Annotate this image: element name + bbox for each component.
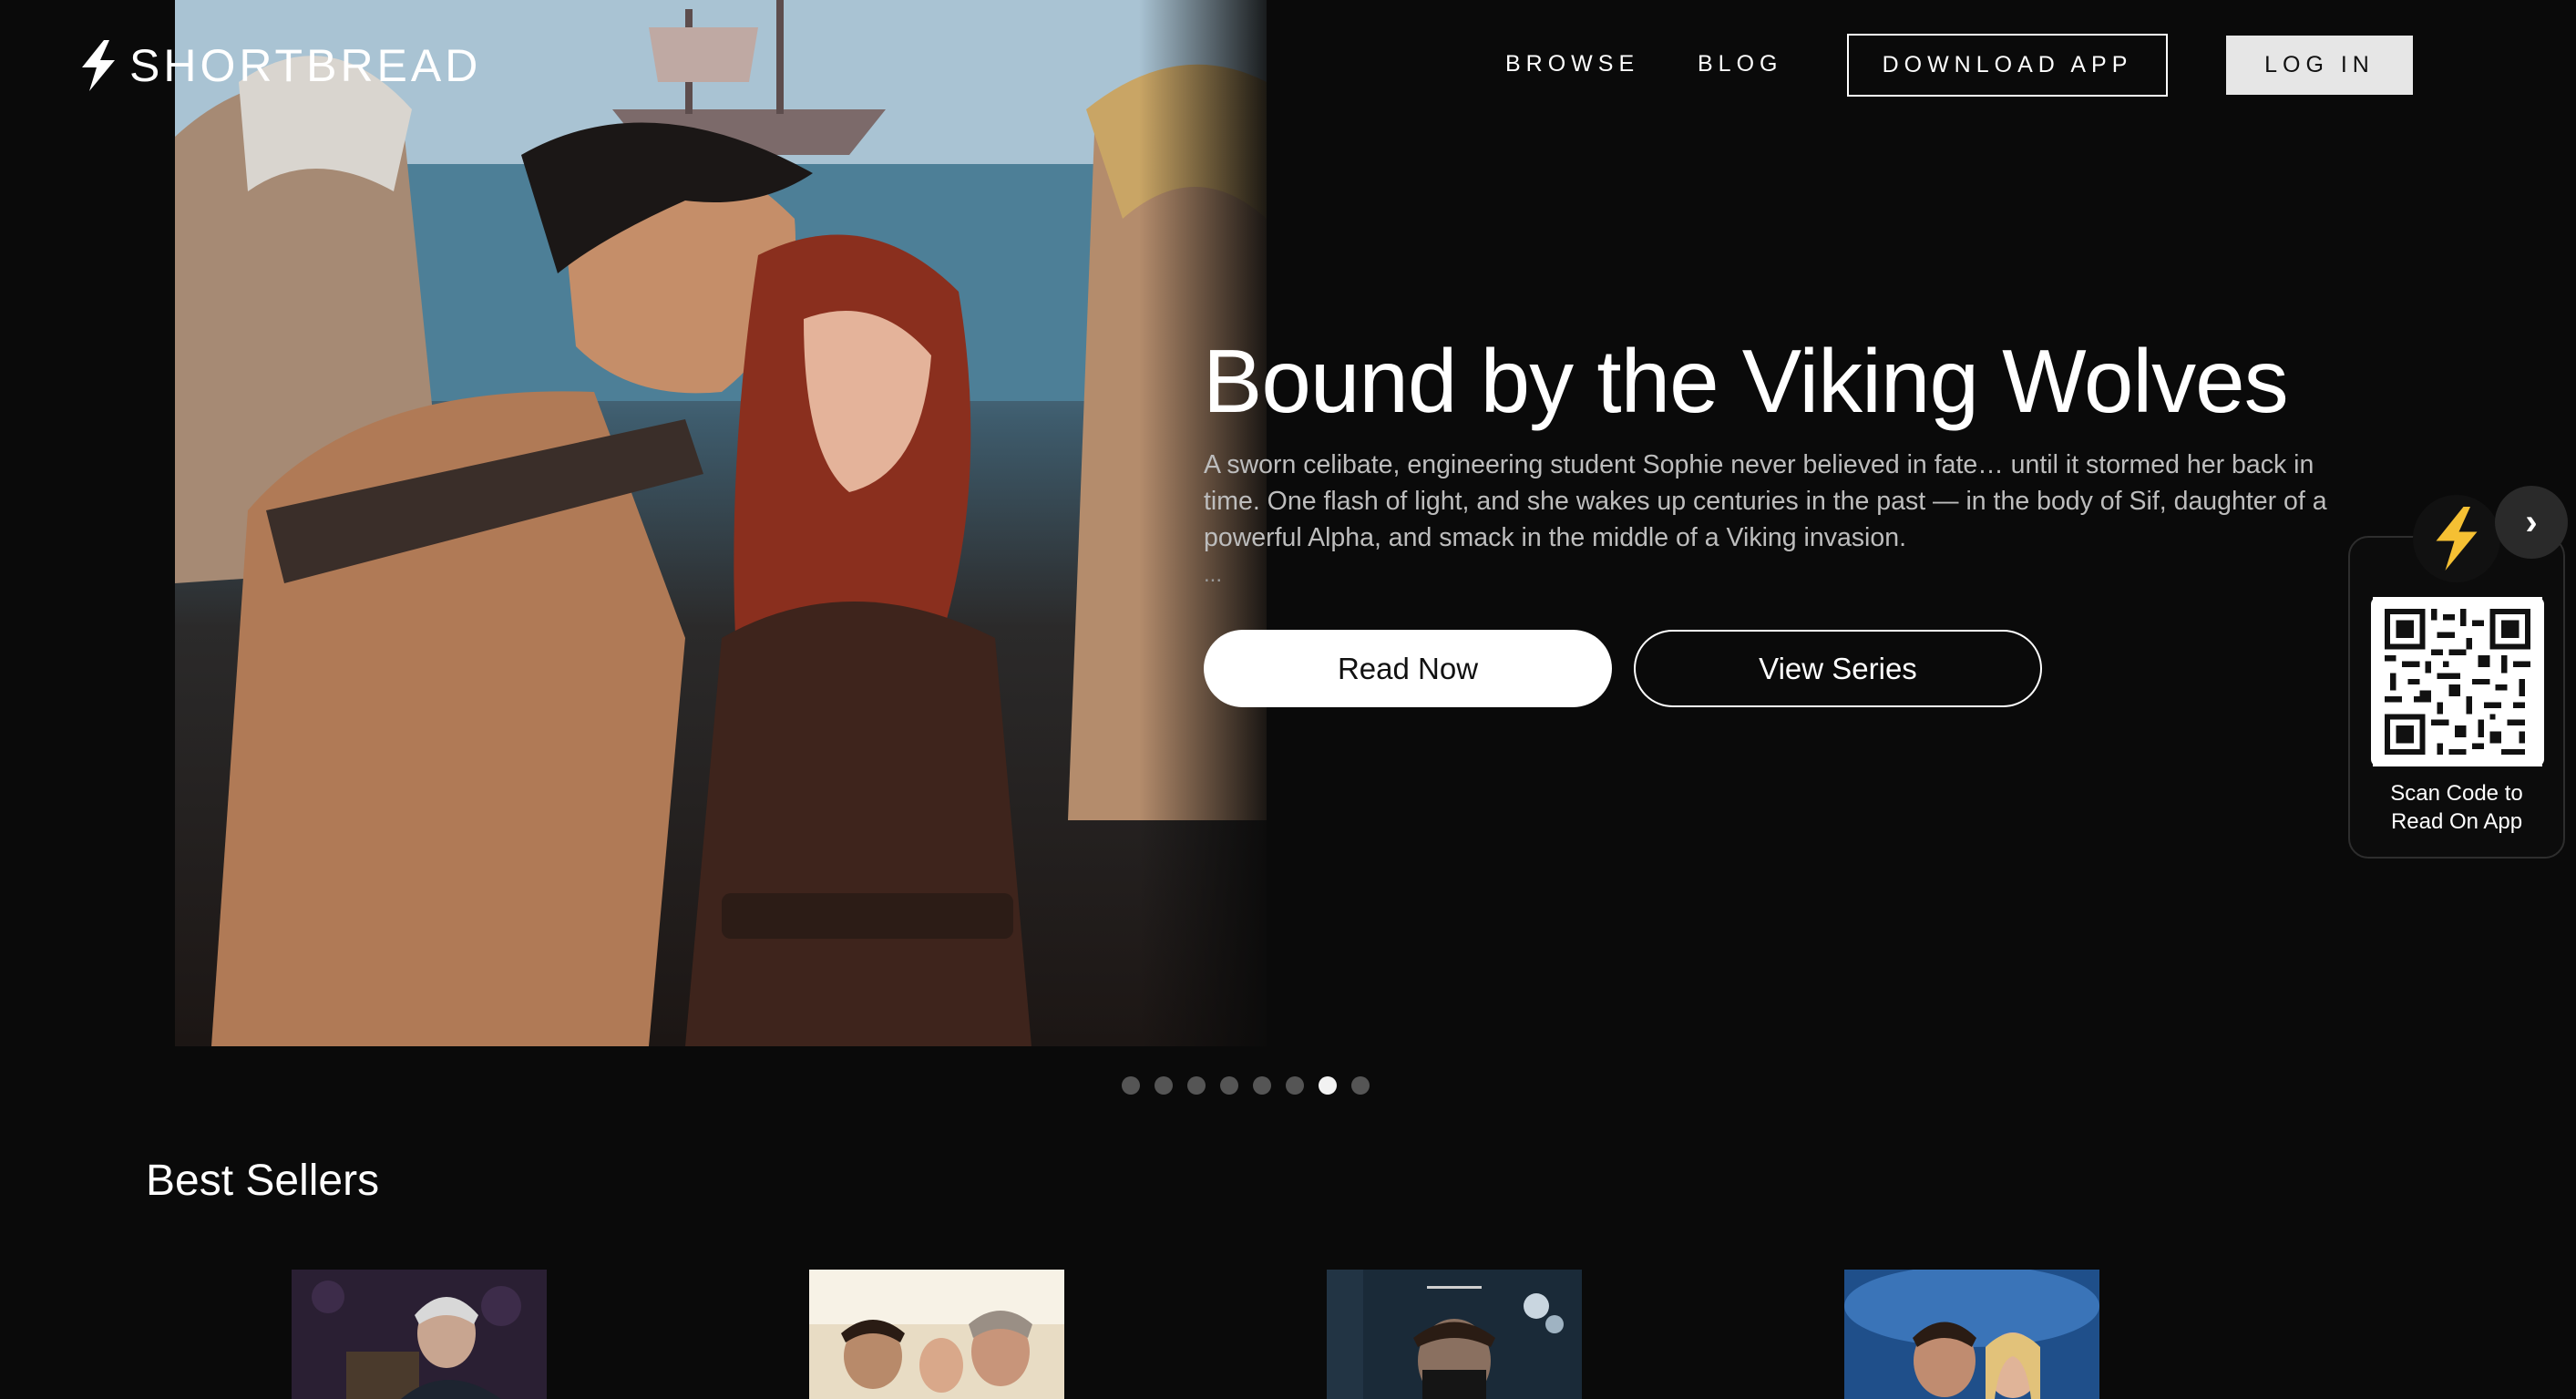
carousel-dot[interactable] — [1187, 1076, 1206, 1095]
chevron-right-icon[interactable]: › — [2495, 486, 2568, 559]
qr-code-image — [2371, 597, 2544, 766]
lightning-bolt-icon — [2436, 507, 2478, 571]
carousel-dot[interactable] — [1220, 1076, 1238, 1095]
book-cover-art — [292, 1270, 547, 1399]
hero-illustration — [175, 0, 1267, 1046]
hero-description-ellipsis[interactable]: ... — [1204, 562, 1222, 588]
carousel-dot[interactable] — [1253, 1076, 1271, 1095]
read-now-button[interactable]: Read Now — [1204, 630, 1612, 707]
logo-text: SHORTBREAD — [129, 40, 482, 91]
carousel-dot[interactable] — [1155, 1076, 1173, 1095]
book-cover-art — [1844, 1270, 2099, 1399]
site-logo[interactable]: SHORTBREAD — [78, 40, 481, 91]
hero-cover-image[interactable] — [175, 0, 1267, 1046]
qr-caption-line: Read On App — [2390, 809, 2523, 834]
book-cover[interactable] — [1327, 1270, 1582, 1399]
book-cover[interactable] — [809, 1270, 1064, 1399]
download-app-button[interactable]: DOWNLOAD APP — [1847, 34, 2168, 97]
book-cover-art — [1327, 1270, 1582, 1399]
nav-browse-link[interactable]: BROWSE — [1505, 51, 1639, 77]
login-button[interactable]: LOG IN — [2226, 36, 2413, 95]
book-cover[interactable] — [292, 1270, 547, 1399]
lightning-bolt-icon — [82, 40, 115, 91]
nav-blog-link[interactable]: BLOG — [1698, 51, 1782, 77]
qr-caption-line: Scan Code to — [2390, 781, 2523, 806]
carousel-dot[interactable] — [1122, 1076, 1140, 1095]
book-cover-art — [809, 1270, 1064, 1399]
site-header: SHORTBREAD BROWSE BLOG DOWNLOAD APP LOG … — [0, 0, 2576, 132]
qr-caption: Scan Code to Read On App — [2348, 779, 2565, 836]
qr-code-pattern — [2373, 597, 2542, 766]
page: SHORTBREAD BROWSE BLOG DOWNLOAD APP LOG … — [0, 0, 2576, 1399]
best-sellers-heading: Best Sellers — [146, 1157, 380, 1205]
qr-card-logo — [2413, 495, 2500, 582]
hero-description: A sworn celibate, engineering student So… — [1204, 450, 2327, 552]
carousel-dot-active[interactable] — [1319, 1076, 1337, 1095]
carousel-dots — [1122, 1076, 1370, 1095]
hero-title: Bound by the Viking Wolves — [1203, 331, 2289, 431]
book-cover[interactable] — [1844, 1270, 2099, 1399]
carousel-dot[interactable] — [1286, 1076, 1304, 1095]
view-series-button[interactable]: View Series — [1634, 630, 2042, 707]
carousel-dot[interactable] — [1351, 1076, 1370, 1095]
